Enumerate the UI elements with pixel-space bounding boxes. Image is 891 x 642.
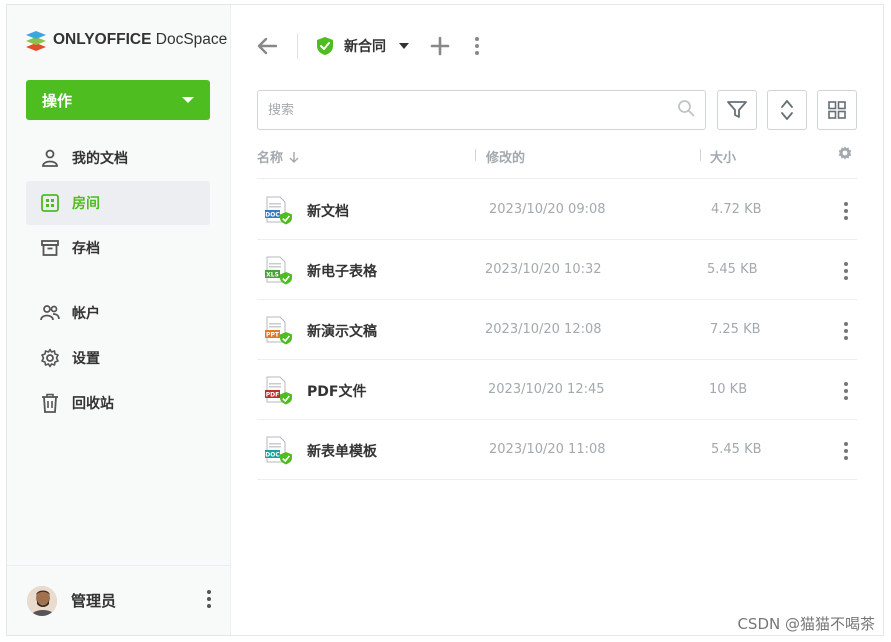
main-content: 新合同 名称 xyxy=(231,5,883,635)
file-size: 4.72 KB xyxy=(711,202,762,217)
sidebar-item-trash[interactable]: 回收站 xyxy=(26,381,210,425)
column-header-name[interactable]: 名称 xyxy=(257,147,299,166)
user-menu-button[interactable] xyxy=(206,589,212,613)
gear-icon xyxy=(40,348,60,368)
file-size: 5.45 KB xyxy=(711,442,762,457)
file-size: 5.45 KB xyxy=(707,262,758,277)
column-modified-label: 修改的 xyxy=(486,151,526,166)
more-options-icon[interactable] xyxy=(474,36,480,56)
file-modified-date: 2023/10/20 09:08 xyxy=(489,202,606,217)
column-separator[interactable] xyxy=(475,149,476,161)
svg-text:PPT: PPT xyxy=(266,332,280,339)
table-row[interactable]: PPT 新演示文稿 2023/10/20 12:08 7.25 KB xyxy=(257,300,857,360)
divider xyxy=(297,33,298,59)
filter-button[interactable] xyxy=(717,90,757,130)
caret-down-icon xyxy=(182,97,194,103)
sidebar-item-my-documents[interactable]: 我的文档 xyxy=(26,136,210,180)
svg-text:XLS: XLS xyxy=(266,272,279,279)
file-size: 10 KB xyxy=(709,382,748,397)
view-toggle-button[interactable] xyxy=(817,90,857,130)
shield-check-icon xyxy=(316,36,334,56)
sidebar-item-label: 房间 xyxy=(72,196,100,212)
table-row[interactable]: DOC 新文档 2023/10/20 09:08 4.72 KB xyxy=(257,180,857,240)
file-name[interactable]: 新电子表格 xyxy=(307,261,377,281)
sort-icon xyxy=(781,100,793,120)
search-icon[interactable] xyxy=(677,99,695,121)
column-header-modified[interactable]: 修改的 xyxy=(486,147,525,166)
sidebar-item-accounts[interactable]: 帐户 xyxy=(26,291,210,335)
file-modified-date: 2023/10/20 10:32 xyxy=(485,262,602,277)
back-arrow-icon[interactable] xyxy=(255,34,279,58)
plus-icon[interactable] xyxy=(430,36,450,56)
sidebar-item-label: 设置 xyxy=(72,351,100,367)
table-row[interactable]: XLS 新电子表格 2023/10/20 10:32 5.45 KB xyxy=(257,240,857,300)
actions-button[interactable]: 操作 xyxy=(26,80,210,120)
svg-text:PDF: PDF xyxy=(266,392,279,399)
file-modified-date: 2023/10/20 11:08 xyxy=(489,442,606,457)
watermark: CSDN @猫猫不喝茶 xyxy=(737,615,875,633)
svg-text:DOC: DOC xyxy=(265,212,280,219)
brand-name-bold: ONLYOFFICE xyxy=(53,31,152,48)
brand-logo[interactable]: ONLYOFFICE DocSpace xyxy=(25,29,227,51)
presentation-file-icon: PPT xyxy=(265,316,292,345)
user-profile[interactable]: 管理员 xyxy=(7,565,230,635)
table-row[interactable]: PDF PDF文件 2023/10/20 12:45 10 KB xyxy=(257,360,857,420)
file-size: 7.25 KB xyxy=(710,322,761,337)
person-icon xyxy=(40,148,60,168)
sort-button[interactable] xyxy=(767,90,807,130)
sidebar-item-label: 存档 xyxy=(72,241,100,257)
column-separator[interactable] xyxy=(700,149,701,161)
trash-icon xyxy=(40,393,60,413)
form-template-file-icon: DOC xyxy=(265,436,292,465)
brand-name-regular: DocSpace xyxy=(151,31,228,48)
rooms-icon xyxy=(40,193,60,213)
svg-text:DOC: DOC xyxy=(265,452,280,459)
sidebar-item-settings[interactable]: 设置 xyxy=(26,336,210,380)
top-bar: 新合同 xyxy=(255,31,480,61)
sidebar-item-label: 回收站 xyxy=(72,396,114,412)
column-header-size[interactable]: 大小 xyxy=(710,147,736,166)
sidebar: ONLYOFFICE DocSpace 操作 我的文档 房间 存档 帐户 设置 … xyxy=(7,5,231,635)
sidebar-item-label: 帐户 xyxy=(72,306,100,322)
filter-icon xyxy=(727,101,747,118)
row-more-options-icon[interactable] xyxy=(841,320,851,342)
file-name[interactable]: 新演示文稿 xyxy=(307,321,377,341)
user-name: 管理员 xyxy=(71,592,117,610)
spreadsheet-file-icon: XLS xyxy=(265,256,292,285)
column-size-label: 大小 xyxy=(710,151,737,166)
file-modified-date: 2023/10/20 12:08 xyxy=(485,322,602,337)
file-name[interactable]: PDF文件 xyxy=(307,381,366,401)
search-input[interactable] xyxy=(268,102,677,118)
caret-down-icon[interactable] xyxy=(398,42,410,50)
column-settings-gear-icon[interactable] xyxy=(837,145,853,161)
onlyoffice-logo-icon xyxy=(26,31,46,51)
avatar[interactable] xyxy=(27,585,57,616)
column-name-label: 名称 xyxy=(257,151,284,166)
row-more-options-icon[interactable] xyxy=(841,440,851,462)
grid-view-icon xyxy=(828,101,846,119)
archive-icon xyxy=(40,238,60,258)
row-more-options-icon[interactable] xyxy=(841,380,851,402)
row-more-options-icon[interactable] xyxy=(841,200,851,222)
room-title: 新合同 xyxy=(344,39,386,55)
file-name[interactable]: 新表单模板 xyxy=(307,441,377,461)
accounts-icon xyxy=(40,303,60,323)
sidebar-item-rooms[interactable]: 房间 xyxy=(26,181,210,225)
table-header: 名称 修改的 大小 xyxy=(257,143,857,179)
actions-label: 操作 xyxy=(42,91,73,110)
sidebar-item-archive[interactable]: 存档 xyxy=(26,226,210,270)
file-name[interactable]: 新文档 xyxy=(307,201,349,221)
row-more-options-icon[interactable] xyxy=(841,260,851,282)
document-file-icon: DOC xyxy=(265,196,292,225)
search-field[interactable] xyxy=(257,90,706,130)
table-row[interactable]: DOC 新表单模板 2023/10/20 11:08 5.45 KB xyxy=(257,420,857,480)
pdf-file-icon: PDF xyxy=(265,376,292,405)
file-modified-date: 2023/10/20 12:45 xyxy=(488,382,605,397)
app-window: ONLYOFFICE DocSpace 操作 我的文档 房间 存档 帐户 设置 … xyxy=(6,4,884,636)
arrow-down-icon xyxy=(289,151,299,163)
sidebar-item-label: 我的文档 xyxy=(72,151,128,167)
